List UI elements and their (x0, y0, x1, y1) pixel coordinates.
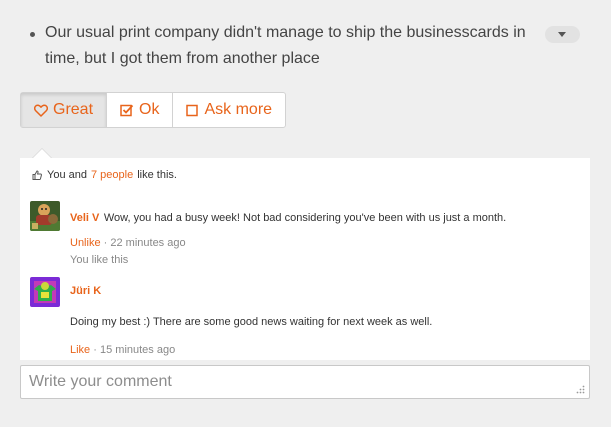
post-text: Our usual print company didn't manage to… (45, 24, 526, 67)
like-link[interactable]: Like (70, 344, 90, 356)
reaction-bar: Great Ok Ask more (20, 92, 287, 128)
comment-input[interactable] (21, 366, 589, 398)
comment-meta: Unlike · 22 minutes ago (70, 237, 186, 249)
likes-suffix: like this. (137, 169, 177, 181)
heart-icon (34, 104, 48, 117)
great-button[interactable]: Great (21, 93, 108, 127)
ok-button[interactable]: Ok (107, 93, 174, 127)
great-label: Great (53, 101, 94, 118)
comment-composer (20, 365, 590, 399)
comment-time: 22 minutes ago (110, 237, 186, 249)
ask-more-label: Ask more (204, 101, 273, 118)
checkbox-empty-icon (186, 104, 199, 116)
thumbs-up-icon (32, 170, 42, 180)
post-options-button[interactable] (545, 26, 580, 43)
comments-panel: You and 7 people like this. Veli V Wow, … (20, 158, 590, 360)
chevron-down-icon (558, 32, 566, 37)
comment-text-row: Veli V Wow, you had a busy week! Not bad… (70, 208, 506, 226)
comment-time: 15 minutes ago (99, 344, 176, 356)
post-body: Our usual print company didn't manage to… (30, 20, 530, 72)
you-like-this-note: You like this (70, 254, 129, 266)
avatar[interactable] (30, 201, 60, 231)
ok-label: Ok (139, 101, 160, 118)
likes-prefix: You and (47, 169, 87, 181)
bullet-dot (30, 32, 35, 37)
resize-handle-icon[interactable] (576, 385, 585, 394)
likes-summary: You and 7 people like this. (32, 169, 177, 181)
comment-meta: Like · 15 minutes ago (70, 344, 175, 356)
meta-separator: · (93, 344, 97, 356)
comment-author[interactable]: Veli V (70, 212, 99, 224)
avatar-veli-image (30, 201, 60, 231)
unlike-link[interactable]: Unlike (70, 237, 101, 249)
avatar-juri-image (30, 277, 60, 307)
avatar[interactable] (30, 277, 60, 307)
comment-text: Doing my best :) There are some good new… (70, 316, 433, 328)
likes-people-link[interactable]: 7 people (91, 169, 133, 181)
comment-author[interactable]: Jüri K (70, 285, 101, 297)
comment-text: Wow, you had a busy week! Not bad consid… (103, 212, 507, 224)
ask-more-button[interactable]: Ask more (173, 93, 285, 127)
meta-separator: · (103, 237, 108, 249)
checkbox-checked-icon (120, 104, 134, 116)
panel-caret (32, 148, 52, 158)
